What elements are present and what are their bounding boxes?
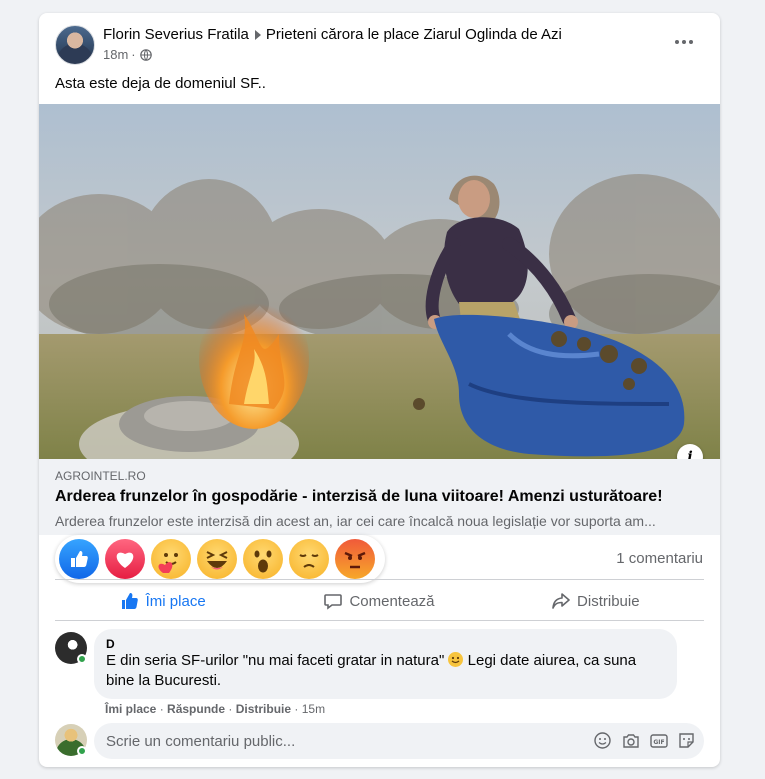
- comment-text: E din seria SF-urilor "nu mai faceti gra…: [106, 651, 665, 691]
- comment-icon: [324, 594, 343, 610]
- share-label: Distribuie: [577, 592, 640, 610]
- globe-icon: [139, 48, 152, 61]
- svg-text:GIF: GIF: [653, 739, 664, 746]
- link-description: Arderea frunzelor este interzisă din ace…: [55, 513, 656, 529]
- comment-button[interactable]: Comentează: [271, 583, 487, 619]
- comment-bubble: D E din seria SF-urilor "nu mai faceti g…: [94, 629, 677, 699]
- angry-icon[interactable]: [335, 539, 375, 579]
- link-preview[interactable]: AGROINTEL.RO Arderea frunzelor în gospod…: [39, 459, 720, 535]
- comment-label: Comentează: [349, 592, 435, 610]
- link-preview-image[interactable]: [39, 104, 720, 459]
- comment-input[interactable]: Scrie un comentariu public... GIF: [94, 723, 704, 759]
- meta-separator: ·: [131, 47, 136, 62]
- sticker-icon[interactable]: [677, 731, 696, 750]
- comment-author[interactable]: D: [106, 637, 665, 651]
- link-title[interactable]: Arderea frunzelor în gospodărie - interz…: [55, 488, 663, 506]
- post-card: Florin Severius Fratila Prieteni cărora …: [39, 13, 720, 767]
- like-label: Îmi place: [145, 592, 206, 610]
- caret-right-icon: [254, 29, 261, 40]
- link-domain: AGROINTEL.RO: [55, 469, 146, 483]
- emoji-icon[interactable]: [593, 731, 612, 750]
- like-button[interactable]: Îmi place: [55, 583, 271, 619]
- comment-actions: Îmi place · Răspunde · Distribuie · 15m: [105, 702, 326, 716]
- comment-like-link[interactable]: Îmi place: [105, 702, 156, 716]
- comment-share-link[interactable]: Distribuie: [236, 702, 291, 716]
- comment-placeholder: Scrie un comentariu public...: [106, 732, 296, 750]
- comment-reply-link[interactable]: Răspunde: [167, 702, 225, 716]
- post-time[interactable]: 18m: [103, 47, 128, 62]
- love-icon[interactable]: [105, 539, 145, 579]
- gif-icon[interactable]: GIF: [649, 731, 668, 750]
- share-icon: [552, 593, 570, 609]
- sad-icon[interactable]: [289, 539, 329, 579]
- divider: [55, 620, 704, 621]
- post-meta: 18m ·: [103, 47, 152, 62]
- online-status-icon: [77, 654, 87, 664]
- more-options-button[interactable]: [666, 30, 702, 54]
- post-header: Florin Severius Fratila Prieteni cărora …: [103, 26, 562, 43]
- wow-icon[interactable]: [243, 539, 283, 579]
- group-name[interactable]: Prieteni cărora le place Ziarul Oglinda …: [266, 26, 562, 43]
- author-name[interactable]: Florin Severius Fratila: [103, 26, 249, 43]
- comment-time[interactable]: 15m: [302, 702, 325, 716]
- care-icon[interactable]: [151, 539, 191, 579]
- like-icon[interactable]: [59, 539, 99, 579]
- thumbs-up-icon: [121, 593, 138, 609]
- composer-tools: GIF: [593, 731, 696, 750]
- post-text: Asta este deja de domeniul SF..: [55, 75, 266, 92]
- smile-emoji-icon: [448, 652, 464, 667]
- online-status-icon: [77, 746, 87, 756]
- share-button[interactable]: Distribuie: [488, 583, 704, 619]
- comment-count[interactable]: 1 comentariu: [616, 550, 703, 567]
- camera-icon[interactable]: [621, 731, 640, 750]
- author-avatar[interactable]: [55, 25, 95, 65]
- comment-text-main: E din seria SF-urilor "nu mai faceti gra…: [106, 652, 445, 669]
- haha-icon[interactable]: [197, 539, 237, 579]
- divider: [55, 579, 704, 580]
- reactions-picker: [55, 535, 385, 583]
- post-actions: Îmi place Comentează Distribuie: [55, 583, 704, 619]
